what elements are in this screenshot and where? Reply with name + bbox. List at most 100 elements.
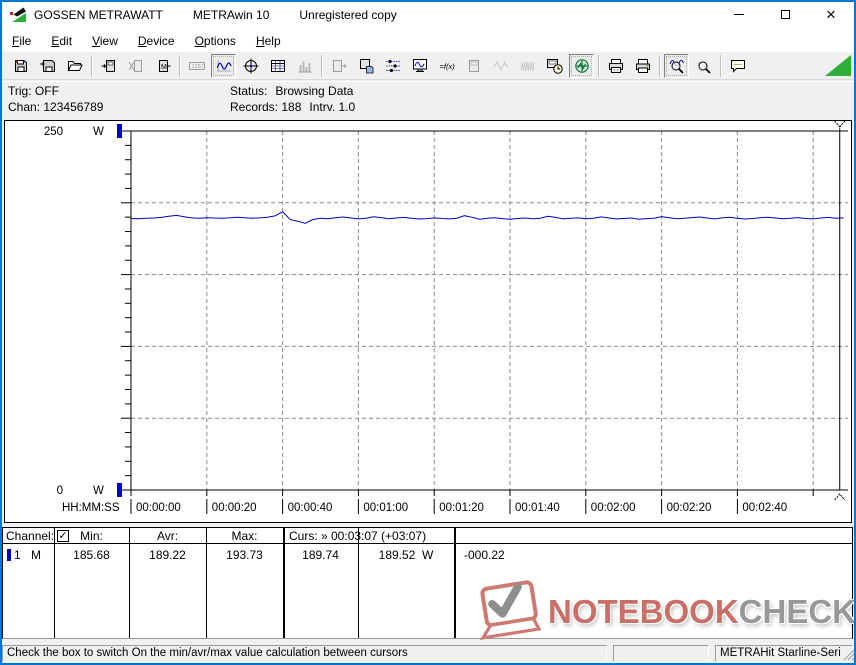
table-header-row: Channel: Min: Avr: Max: Curs: » 00:03:07…	[3, 528, 852, 544]
channel-table: Channel: Min: Avr: Max: Curs: » 00:03:07…	[2, 527, 853, 639]
minimize-button[interactable]	[716, 0, 762, 29]
metrawin-window: GOSSEN METRAWATT METRAwin 10 Unregistere…	[0, 0, 856, 665]
minmax-checkbox[interactable]: ✓	[57, 530, 69, 542]
cell-min: 185.68	[73, 548, 110, 562]
printer-icon	[635, 58, 651, 74]
clock-meter-icon	[547, 58, 563, 74]
yt-chart-button[interactable]	[211, 53, 236, 78]
display-icon	[189, 58, 205, 74]
title-license-note: Unregistered copy	[299, 8, 397, 22]
close-button[interactable]: ×	[808, 0, 854, 29]
channel-settings-button[interactable]	[380, 54, 405, 78]
save-button[interactable]	[8, 54, 33, 78]
cursor-top-marker	[834, 121, 846, 131]
cursor-bottom-marker	[834, 493, 846, 501]
cell-max: 193.73	[226, 548, 263, 562]
statistics-button	[292, 54, 317, 78]
svg-text:250: 250	[44, 126, 63, 138]
printer-page-icon	[608, 58, 624, 74]
wave-dense-icon	[520, 58, 536, 74]
formula-button[interactable]	[434, 54, 459, 78]
toolbar-grow-triangle	[825, 55, 851, 76]
cell-avr: 189.22	[149, 548, 186, 562]
minimize-icon	[734, 14, 744, 15]
svg-text:00:00:40: 00:00:40	[288, 502, 333, 514]
svg-text:00:02:20: 00:02:20	[667, 502, 712, 514]
tooltip-button[interactable]	[725, 54, 750, 78]
toolbar-separator	[720, 54, 721, 77]
diskette-arrow-icon	[40, 58, 56, 74]
statusbar-empty-cell	[613, 645, 709, 662]
svg-text:HH:MM:SS: HH:MM:SS	[62, 502, 120, 514]
device-icon	[466, 58, 482, 74]
header-cursor: Curs: » 00:03:07 (+03:07)	[289, 529, 427, 543]
print-button[interactable]	[630, 54, 655, 78]
svg-text:00:02:00: 00:02:00	[591, 502, 636, 514]
toolbar-separator	[321, 54, 322, 77]
title-bar: GOSSEN METRAWATT METRAwin 10 Unregistere…	[0, 0, 856, 30]
device-config-button	[461, 54, 486, 78]
wave-nodes-icon	[493, 58, 509, 74]
toolbar-separator	[179, 54, 180, 77]
interval-timer-button[interactable]	[542, 54, 567, 78]
svg-text:00:01:00: 00:01:00	[363, 502, 408, 514]
zoom-out-button[interactable]	[691, 54, 716, 78]
status-bar: Check the box to switch On the min/avr/m…	[0, 644, 856, 663]
title-brand: GOSSEN METRAWATT	[34, 8, 163, 22]
zoom-curve-button[interactable]	[664, 53, 689, 78]
cell-channel-number: 1	[14, 548, 21, 562]
menu-file[interactable]: File	[2, 31, 41, 51]
xy-chart-button[interactable]	[238, 54, 263, 78]
sampled-wave-button	[488, 54, 513, 78]
menu-device[interactable]: Device	[128, 31, 185, 51]
table-icon	[270, 58, 286, 74]
open-button[interactable]	[62, 54, 87, 78]
sliders-icon	[385, 58, 401, 74]
table-divider	[206, 528, 207, 638]
power-chart[interactable]: 00:00:00 00:00:20 00:00:40 00:01:00 00:01:20…	[5, 121, 851, 522]
cell-channel-mode: M	[31, 548, 41, 562]
table-divider	[283, 528, 285, 638]
device-read-button[interactable]	[96, 54, 121, 78]
close-icon: ×	[826, 5, 836, 24]
table-divider	[454, 528, 456, 638]
recording-status: Status: Browsing Data	[230, 84, 354, 98]
cell-delta: -000.22	[464, 548, 505, 562]
device-store-button[interactable]	[353, 54, 378, 78]
scope-icon	[574, 58, 590, 74]
device-x-icon	[128, 58, 144, 74]
device-out-icon	[331, 58, 347, 74]
header-channel: Channel:	[6, 529, 55, 543]
pc-display-button[interactable]	[407, 54, 432, 78]
table-divider	[54, 528, 55, 638]
live-monitor-button[interactable]	[569, 53, 594, 78]
fx-icon	[439, 58, 455, 74]
trigger-status: Trig: OFF	[8, 84, 59, 98]
save-as-button[interactable]	[35, 54, 60, 78]
menu-help[interactable]: Help	[246, 31, 291, 51]
svg-text:00:02:40: 00:02:40	[742, 502, 787, 514]
svg-text:00:00:20: 00:00:20	[212, 502, 257, 514]
statusbar-hint: Check the box to switch On the min/avr/m…	[2, 645, 607, 662]
table-divider	[358, 528, 359, 638]
crosshair-icon	[243, 58, 259, 74]
menu-options[interactable]: Options	[185, 31, 246, 51]
bars-icon	[297, 58, 313, 74]
cell-cursor1: 189.74	[302, 548, 339, 562]
data-table-button[interactable]	[265, 54, 290, 78]
menu-edit[interactable]: Edit	[41, 31, 82, 51]
print-report-button[interactable]	[603, 54, 628, 78]
acquisition-info-panel: Trig: OFF Chan: 123456789 Status: Browsin…	[0, 81, 856, 119]
resize-grip[interactable]	[842, 648, 855, 661]
channel-color-marker	[7, 549, 11, 561]
monitor-icon	[412, 58, 428, 74]
statusbar-device-name: METRAHit Starline-Seri	[715, 645, 853, 662]
device-in-icon	[101, 58, 117, 74]
svg-text:00:00:00: 00:00:00	[136, 502, 181, 514]
device-memory-button[interactable]	[150, 54, 175, 78]
menu-view[interactable]: View	[82, 31, 128, 51]
maximize-button[interactable]	[762, 0, 808, 29]
folder-open-icon	[67, 58, 83, 74]
title-app-name: METRAwin 10	[192, 8, 270, 22]
chart-panel: 00:00:00 00:00:20 00:00:40 00:01:00 00:01:20…	[4, 120, 852, 523]
